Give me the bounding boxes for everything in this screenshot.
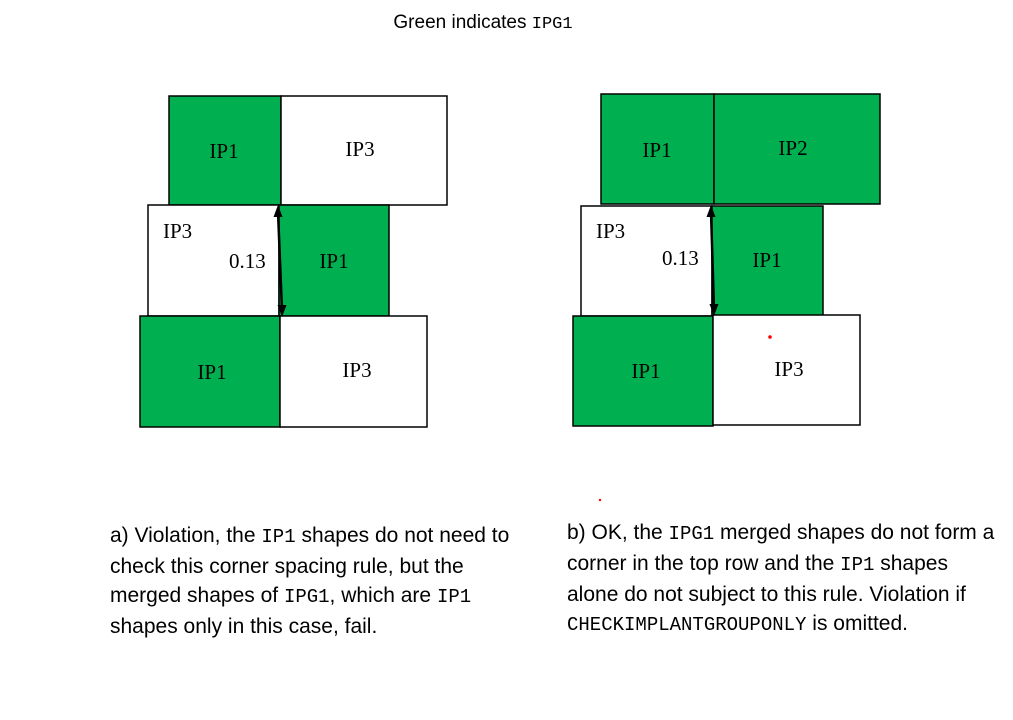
caption-b: b) OK, the IPG1 merged shapes do not for… xyxy=(567,518,997,640)
caption-a: a) Violation, the IP1 shapes do not need… xyxy=(110,521,530,641)
diagram-a-label-top-right: IP3 xyxy=(345,137,374,161)
red-dot-marker xyxy=(768,335,772,339)
diagram-b-label-top-right: IP2 xyxy=(778,136,807,160)
diagram-a-label-bottom-right: IP3 xyxy=(342,358,371,382)
diagram-a xyxy=(139,95,448,428)
diagram-a-label-bottom-left: IP1 xyxy=(197,360,226,384)
diagram-b-label-mid-left: IP3 xyxy=(596,219,625,243)
caption-a-code: IP1 xyxy=(436,586,472,608)
diagram-b-label-bottom-right: IP3 xyxy=(774,357,803,381)
diagram-b-label-bottom-left: IP1 xyxy=(631,359,660,383)
diagram-a-label-mid-left: IP3 xyxy=(163,219,192,243)
caption-b-text: b) OK, the xyxy=(567,521,669,544)
diagram-b-dimension-label: 0.13 xyxy=(662,246,699,270)
caption-a-text: , which are xyxy=(329,584,437,607)
caption-a-code: IP1 xyxy=(261,526,296,548)
caption-a-code: IPG1 xyxy=(283,586,330,608)
caption-a-text: a) Violation, the xyxy=(110,524,262,547)
caption-b-code: IP1 xyxy=(840,554,875,576)
diagram-b xyxy=(572,93,881,427)
caption-a-text: shapes only in this case, fail. xyxy=(110,615,378,638)
caption-b-code: IPG1 xyxy=(668,523,715,545)
caption-b-text: is omitted. xyxy=(806,612,908,635)
diagram-a-label-top-left: IP1 xyxy=(209,139,238,163)
diagram-a-label-mid-right: IP1 xyxy=(319,249,348,273)
caption-b-code: CHECKIMPLANTGROUPONLY xyxy=(567,614,807,636)
diagram-b-label-top-left: IP1 xyxy=(642,138,671,162)
diagram-b-label-mid-right: IP1 xyxy=(752,248,781,272)
diagram-a-dimension-label: 0.13 xyxy=(229,249,266,273)
red-dot-marker xyxy=(598,498,602,502)
